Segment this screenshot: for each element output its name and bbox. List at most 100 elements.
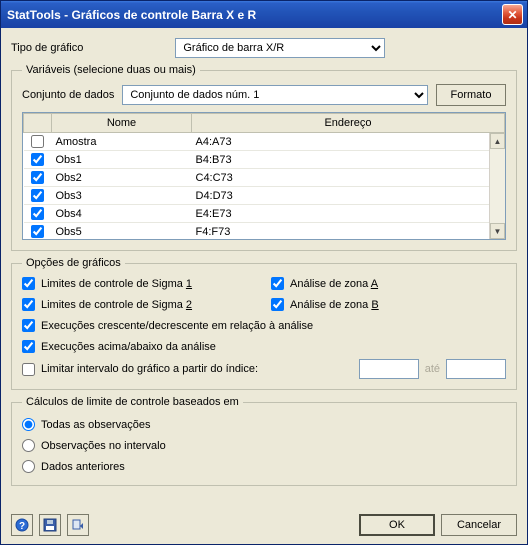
- calc-limits-radio-group: Todas as observações Observações no inte…: [22, 416, 506, 475]
- zoneA-checkbox[interactable]: [271, 277, 284, 290]
- calc-limits-group: Cálculos de limite de controle baseados …: [11, 396, 517, 486]
- row-check-cell[interactable]: [24, 133, 52, 151]
- runs-rel-label: Execuções crescente/decrescente em relaç…: [41, 320, 313, 332]
- sigma1-checkbox-row[interactable]: Limites de controle de Sigma 1: [22, 277, 257, 290]
- row-checkbox[interactable]: [31, 225, 44, 238]
- dialog-footer: ? OK Cancelar: [1, 508, 527, 544]
- reset-icon: [71, 518, 85, 532]
- zoneB-checkbox-row[interactable]: Análise de zona B: [271, 298, 506, 311]
- row-checkbox[interactable]: [31, 189, 44, 202]
- opt-interval-radio[interactable]: [22, 439, 35, 452]
- variables-table-wrap: Nome Endereço AmostraA4:A73Obs1B4:B73Obs…: [22, 112, 506, 240]
- opt-interval-row[interactable]: Observações no intervalo: [22, 439, 506, 452]
- column-header-check[interactable]: [24, 114, 52, 133]
- dataset-label: Conjunto de dados: [22, 89, 114, 101]
- variables-group: Variáveis (selecione duas ou mais) Conju…: [11, 64, 517, 251]
- limit-interval-checkbox[interactable]: [22, 363, 35, 376]
- opt-prior-radio[interactable]: [22, 460, 35, 473]
- cancel-button[interactable]: Cancelar: [441, 514, 517, 536]
- row-name-cell: Obs3: [52, 187, 192, 205]
- sigma1-label: Limites de controle de Sigma 1: [41, 278, 192, 290]
- chart-type-label: Tipo de gráfico: [11, 42, 83, 54]
- reset-button[interactable]: [67, 514, 89, 536]
- dialog-window: StatTools - Gráficos de controle Barra X…: [0, 0, 528, 545]
- column-header-address[interactable]: Endereço: [192, 114, 505, 133]
- row-address-cell: D4:D73: [192, 187, 505, 205]
- limit-interval-checkbox-row[interactable]: Limitar intervalo do gráfico a partir do…: [22, 363, 258, 376]
- row-check-cell[interactable]: [24, 151, 52, 169]
- title-bar: StatTools - Gráficos de controle Barra X…: [1, 1, 527, 28]
- zoneB-label: Análise de zona B: [290, 299, 379, 311]
- row-address-cell: A4:A73: [192, 133, 505, 151]
- runs-rel-checkbox-row[interactable]: Execuções crescente/decrescente em relaç…: [22, 319, 506, 332]
- row-address-cell: B4:B73: [192, 151, 505, 169]
- close-button[interactable]: ✕: [502, 4, 523, 25]
- graph-options-grid: Limites de controle de Sigma 1 Análise d…: [22, 277, 506, 353]
- dataset-row: Conjunto de dados Conjunto de dados núm.…: [22, 84, 506, 106]
- table-row[interactable]: Obs1B4:B73: [24, 151, 505, 169]
- runs-above-checkbox[interactable]: [22, 340, 35, 353]
- row-check-cell[interactable]: [24, 205, 52, 223]
- row-name-cell: Obs5: [52, 223, 192, 241]
- sigma2-checkbox[interactable]: [22, 298, 35, 311]
- zoneB-checkbox[interactable]: [271, 298, 284, 311]
- row-address-cell: C4:C73: [192, 169, 505, 187]
- zoneA-checkbox-row[interactable]: Análise de zona A: [271, 277, 506, 290]
- opt-prior-label: Dados anteriores: [41, 461, 125, 473]
- table-row[interactable]: AmostraA4:A73: [24, 133, 505, 151]
- opt-all-row[interactable]: Todas as observações: [22, 418, 506, 431]
- variables-table: Nome Endereço AmostraA4:A73Obs1B4:B73Obs…: [23, 113, 505, 240]
- opt-all-radio[interactable]: [22, 418, 35, 431]
- chart-type-row: Tipo de gráfico Gráfico de barra X/R: [11, 38, 517, 58]
- limit-from-input[interactable]: [359, 359, 419, 379]
- row-check-cell[interactable]: [24, 187, 52, 205]
- row-checkbox[interactable]: [31, 171, 44, 184]
- format-button[interactable]: Formato: [436, 84, 506, 106]
- graph-options-group: Opções de gráficos Limites de controle d…: [11, 257, 517, 390]
- table-row[interactable]: Obs5F4:F73: [24, 223, 505, 241]
- window-title: StatTools - Gráficos de controle Barra X…: [7, 8, 502, 22]
- help-button[interactable]: ?: [11, 514, 33, 536]
- row-checkbox[interactable]: [31, 135, 44, 148]
- save-button[interactable]: [39, 514, 61, 536]
- table-scrollbar[interactable]: ▲ ▼: [489, 133, 505, 239]
- table-row[interactable]: Obs2C4:C73: [24, 169, 505, 187]
- column-header-name[interactable]: Nome: [52, 114, 192, 133]
- scroll-up-icon[interactable]: ▲: [490, 133, 505, 149]
- svg-text:?: ?: [19, 521, 25, 532]
- scroll-down-icon[interactable]: ▼: [490, 223, 505, 239]
- opt-prior-row[interactable]: Dados anteriores: [22, 460, 506, 473]
- zoneA-label: Análise de zona A: [290, 278, 378, 290]
- row-check-cell[interactable]: [24, 169, 52, 187]
- ok-button[interactable]: OK: [359, 514, 435, 536]
- row-checkbox[interactable]: [31, 207, 44, 220]
- row-name-cell: Amostra: [52, 133, 192, 151]
- scroll-track[interactable]: [490, 149, 505, 223]
- limit-interval-row: Limitar intervalo do gráfico a partir do…: [22, 359, 506, 379]
- table-row[interactable]: Obs3D4:D73: [24, 187, 505, 205]
- opt-all-label: Todas as observações: [41, 419, 150, 431]
- sigma2-label: Limites de controle de Sigma 2: [41, 299, 192, 311]
- graph-options-legend: Opções de gráficos: [22, 257, 125, 269]
- row-check-cell[interactable]: [24, 223, 52, 241]
- row-name-cell: Obs2: [52, 169, 192, 187]
- sigma1-checkbox[interactable]: [22, 277, 35, 290]
- row-name-cell: Obs4: [52, 205, 192, 223]
- table-row[interactable]: Obs4E4:E73: [24, 205, 505, 223]
- dataset-select[interactable]: Conjunto de dados núm. 1: [122, 85, 428, 105]
- variables-legend: Variáveis (selecione duas ou mais): [22, 64, 200, 76]
- runs-above-checkbox-row[interactable]: Execuções acima/abaixo da análise: [22, 340, 506, 353]
- limit-to-input[interactable]: [446, 359, 506, 379]
- row-name-cell: Obs1: [52, 151, 192, 169]
- help-icon: ?: [15, 518, 29, 532]
- dialog-content: Tipo de gráfico Gráfico de barra X/R Var…: [1, 28, 527, 508]
- save-icon: [43, 518, 57, 532]
- calc-limits-legend: Cálculos de limite de controle baseados …: [22, 396, 243, 408]
- runs-rel-checkbox[interactable]: [22, 319, 35, 332]
- runs-above-label: Execuções acima/abaixo da análise: [41, 341, 216, 353]
- limit-sep-label: até: [425, 363, 440, 375]
- chart-type-select[interactable]: Gráfico de barra X/R: [175, 38, 385, 58]
- limit-interval-label: Limitar intervalo do gráfico a partir do…: [41, 363, 258, 375]
- sigma2-checkbox-row[interactable]: Limites de controle de Sigma 2: [22, 298, 257, 311]
- row-checkbox[interactable]: [31, 153, 44, 166]
